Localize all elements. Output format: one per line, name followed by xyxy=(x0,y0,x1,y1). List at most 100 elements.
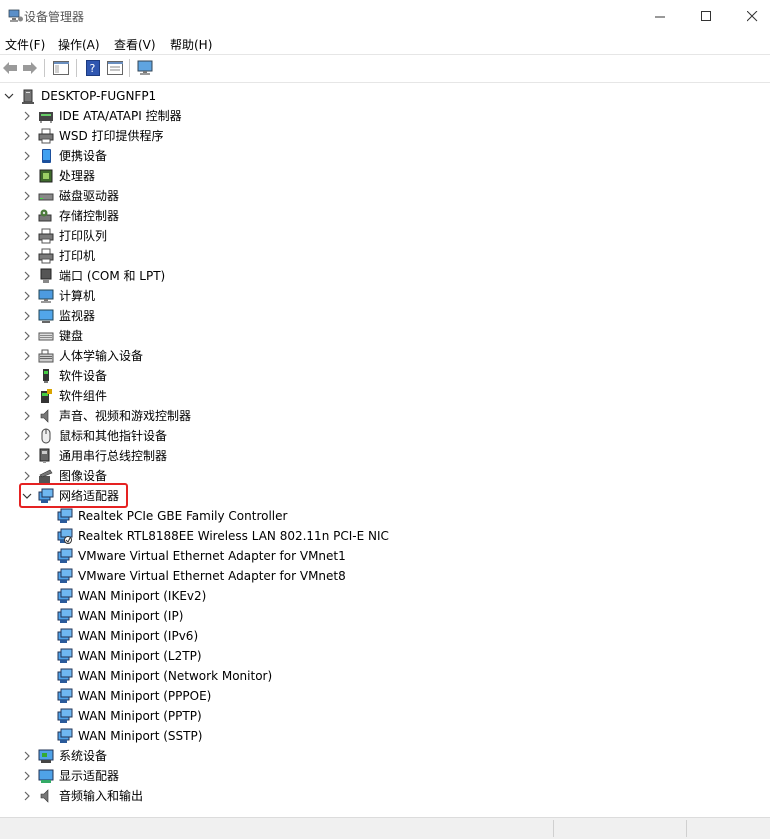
category-row[interactable]: WSD 打印提供程序 xyxy=(22,126,164,146)
expand-chevron-icon[interactable] xyxy=(22,271,32,281)
category-row[interactable]: 软件设备 xyxy=(22,366,107,386)
category-row[interactable]: 打印队列 xyxy=(22,226,107,246)
category-row[interactable]: IDE ATA/ATAPI 控制器 xyxy=(22,106,182,126)
category-label: 计算机 xyxy=(59,289,96,303)
menu-action[interactable]: 操作(A) xyxy=(58,36,100,53)
title-bar: 设备管理器 xyxy=(0,0,770,32)
category-label: 键盘 xyxy=(59,329,84,343)
expand-chevron-icon[interactable] xyxy=(22,231,32,241)
expand-chevron-icon[interactable] xyxy=(22,791,32,801)
category-row[interactable]: 音频输入和输出 xyxy=(22,786,143,806)
expand-chevron-icon[interactable] xyxy=(22,171,32,181)
expand-chevron-icon[interactable] xyxy=(22,411,32,421)
toolbar-separator xyxy=(76,59,77,77)
tree-root[interactable]: DESKTOP-FUGNFP1 xyxy=(4,86,156,106)
category-label: 鼠标和其他指针设备 xyxy=(59,429,168,443)
toolbar-separator xyxy=(129,59,130,77)
expand-chevron-icon[interactable] xyxy=(22,471,32,481)
menu-file[interactable]: 文件(F) xyxy=(5,36,45,53)
system-device-icon xyxy=(38,749,54,763)
category-row[interactable]: 软件组件 xyxy=(22,386,107,406)
close-button[interactable] xyxy=(729,0,770,32)
computer-tower-icon xyxy=(22,89,34,104)
help-button[interactable]: ? xyxy=(84,59,102,77)
collapse-chevron-icon[interactable] xyxy=(22,491,32,501)
expand-chevron-icon[interactable] xyxy=(22,371,32,381)
category-row[interactable]: 磁盘驱动器 xyxy=(22,186,119,206)
category-row[interactable]: 打印机 xyxy=(22,246,95,266)
category-label: 打印机 xyxy=(59,249,96,263)
minimize-button[interactable] xyxy=(637,0,683,32)
network-adapter-item[interactable]: WAN Miniport (IKEv2) xyxy=(57,586,206,606)
console-tree-icon xyxy=(53,61,69,75)
network-adapter-icon xyxy=(57,728,73,743)
expand-chevron-icon[interactable] xyxy=(22,331,32,341)
maximize-button[interactable] xyxy=(683,0,729,32)
scan-hardware-button[interactable] xyxy=(137,59,155,77)
category-label: 系统设备 xyxy=(59,749,108,763)
adapter-label: WAN Miniport (SSTP) xyxy=(78,729,203,743)
adapter-label: WAN Miniport (IP) xyxy=(78,609,184,623)
expand-chevron-icon[interactable] xyxy=(22,771,32,781)
menu-view[interactable]: 查看(V) xyxy=(114,36,156,53)
category-row[interactable]: 便携设备 xyxy=(22,146,107,166)
monitor-icon xyxy=(38,309,54,323)
scan-hardware-icon xyxy=(137,60,153,75)
category-row[interactable]: 网络适配器 xyxy=(22,486,119,506)
expand-chevron-icon[interactable] xyxy=(22,211,32,221)
category-row[interactable]: 计算机 xyxy=(22,286,95,306)
network-adapter-item[interactable]: WAN Miniport (SSTP) xyxy=(57,726,202,746)
category-row[interactable]: 通用串行总线控制器 xyxy=(22,446,167,466)
network-adapter-item[interactable]: WAN Miniport (PPTP) xyxy=(57,706,202,726)
network-adapter-item[interactable]: Realtek PCIe GBE Family Controller xyxy=(57,506,287,526)
category-row[interactable]: 端口 (COM 和 LPT) xyxy=(22,266,165,286)
back-button[interactable] xyxy=(1,59,19,77)
category-row[interactable]: 监视器 xyxy=(22,306,95,326)
expand-chevron-icon[interactable] xyxy=(22,751,32,761)
forward-arrow-icon xyxy=(23,62,37,74)
category-row[interactable]: 系统设备 xyxy=(22,746,107,766)
network-adapter-item[interactable]: WAN Miniport (IP) xyxy=(57,606,183,626)
expand-chevron-icon[interactable] xyxy=(22,391,32,401)
category-row[interactable]: 键盘 xyxy=(22,326,83,346)
category-row[interactable]: 存储控制器 xyxy=(22,206,119,226)
category-row[interactable]: 鼠标和其他指针设备 xyxy=(22,426,167,446)
expand-chevron-icon[interactable] xyxy=(22,431,32,441)
forward-button[interactable] xyxy=(21,59,39,77)
category-row[interactable]: 人体学输入设备 xyxy=(22,346,143,366)
category-row[interactable]: 处理器 xyxy=(22,166,95,186)
toolbar: ? xyxy=(0,54,770,83)
network-adapter-item[interactable]: WAN Miniport (Network Monitor) xyxy=(57,666,272,686)
adapter-label: WAN Miniport (L2TP) xyxy=(78,649,202,663)
network-adapter-icon xyxy=(57,588,73,603)
network-adapter-item[interactable]: WAN Miniport (L2TP) xyxy=(57,646,202,666)
category-row[interactable]: 显示适配器 xyxy=(22,766,119,786)
expand-chevron-icon[interactable] xyxy=(22,251,32,261)
network-adapter-item[interactable]: VMware Virtual Ethernet Adapter for VMne… xyxy=(57,546,346,566)
network-adapter-item[interactable]: Realtek RTL8188EE Wireless LAN 802.11n P… xyxy=(57,526,389,546)
network-adapter-item[interactable]: WAN Miniport (IPv6) xyxy=(57,626,198,646)
network-adapter-item[interactable]: VMware Virtual Ethernet Adapter for VMne… xyxy=(57,566,346,586)
show-hide-console-tree-button[interactable] xyxy=(52,59,70,77)
storage-controller-icon xyxy=(38,209,52,222)
expand-chevron-icon[interactable] xyxy=(22,291,32,301)
software-component-icon xyxy=(41,389,52,403)
expand-chevron-icon[interactable] xyxy=(22,311,32,321)
expand-chevron-icon[interactable] xyxy=(22,131,32,141)
expand-chevron-icon[interactable] xyxy=(22,111,32,121)
category-row[interactable]: 声音、视频和游戏控制器 xyxy=(22,406,191,426)
adapter-label: WAN Miniport (PPTP) xyxy=(78,709,202,723)
category-row[interactable]: 图像设备 xyxy=(22,466,107,486)
status-bar xyxy=(0,817,770,839)
expand-chevron-icon[interactable] xyxy=(22,191,32,201)
expand-chevron-icon[interactable] xyxy=(22,451,32,461)
software-device-icon xyxy=(43,369,49,383)
expand-chevron-icon[interactable] xyxy=(22,151,32,161)
menu-help[interactable]: 帮助(H) xyxy=(170,36,212,53)
category-label: 软件设备 xyxy=(59,369,108,383)
network-adapter-item[interactable]: WAN Miniport (PPPOE) xyxy=(57,686,211,706)
expand-chevron-icon[interactable] xyxy=(22,351,32,361)
collapse-chevron-icon[interactable] xyxy=(4,91,14,101)
properties-button[interactable] xyxy=(106,59,124,77)
properties-icon xyxy=(107,61,123,75)
